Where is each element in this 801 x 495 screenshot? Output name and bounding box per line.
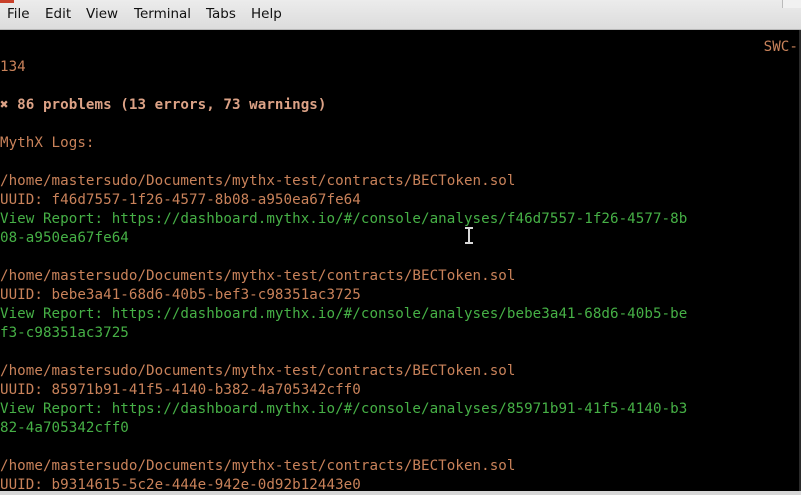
menu-help[interactable]: Help bbox=[251, 6, 282, 22]
text-cursor-icon bbox=[464, 227, 474, 245]
terminal-line-report-link[interactable]: View Report: https://dashboard.mythx.io/… bbox=[0, 400, 687, 419]
terminal-line-path: /home/mastersudo/Documents/mythx-test/co… bbox=[0, 173, 516, 189]
menu-view[interactable]: View bbox=[86, 6, 118, 22]
menu-bar: File Edit View Terminal Tabs Help bbox=[0, 0, 801, 30]
terminal-line-path: /home/mastersudo/Documents/mythx-test/co… bbox=[0, 458, 516, 474]
window-edge-accent bbox=[0, 0, 14, 3]
terminal-line-report-link-cont[interactable]: 08-a950ea67fe64 bbox=[0, 229, 129, 248]
terminal-line-mythx-logs: MythX Logs: bbox=[0, 135, 95, 151]
menu-tabs[interactable]: Tabs bbox=[206, 6, 236, 22]
terminal-line-path: /home/mastersudo/Documents/mythx-test/co… bbox=[0, 268, 516, 284]
terminal-line-report-link[interactable]: View Report: https://dashboard.mythx.io/… bbox=[0, 305, 687, 324]
terminal-line-uuid: UUID: b9314615-5c2e-444e-942e-0d92b12443… bbox=[0, 477, 361, 493]
terminal-output[interactable]: SWC- 134 ✖ 86 problems (13 errors, 73 wa… bbox=[0, 30, 801, 493]
window-corner bbox=[782, 0, 801, 8]
terminal-line-uuid: UUID: bebe3a41-68d6-40b5-bef3-c98351ac37… bbox=[0, 287, 361, 303]
terminal-line-uuid: UUID: 85971b91-41f5-4140-b382-4a705342cf… bbox=[0, 382, 361, 398]
menu-terminal[interactable]: Terminal bbox=[134, 6, 191, 22]
menu-file[interactable]: File bbox=[7, 6, 30, 22]
terminal-line-path: /home/mastersudo/Documents/mythx-test/co… bbox=[0, 363, 516, 379]
terminal-line-uuid: UUID: f46d7557-1f26-4577-8b08-a950ea67fe… bbox=[0, 192, 361, 208]
terminal-line: 134 bbox=[0, 59, 26, 75]
terminal-swc-fragment: SWC- bbox=[763, 39, 798, 55]
terminal-line-report-link[interactable]: View Report: https://dashboard.mythx.io/… bbox=[0, 210, 687, 229]
terminal-line-report-link-cont[interactable]: f3-c98351ac3725 bbox=[0, 324, 129, 343]
menu-edit[interactable]: Edit bbox=[45, 6, 71, 22]
terminal-line-problems: ✖ 86 problems (13 errors, 73 warnings) bbox=[0, 97, 327, 113]
terminal-line-report-link-cont[interactable]: 82-4a705342cff0 bbox=[0, 419, 129, 438]
